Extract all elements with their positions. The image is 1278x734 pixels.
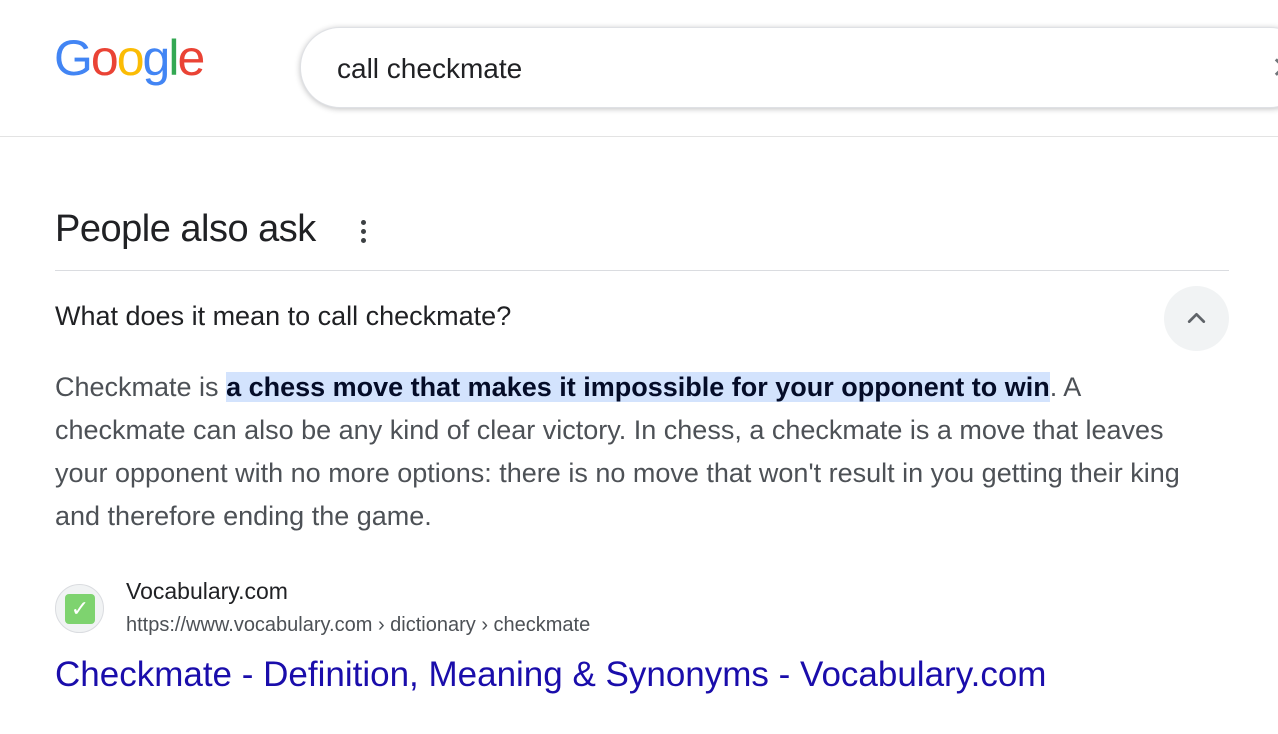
answer-highlight: a chess move that makes it impossible fo… (226, 372, 1050, 402)
people-also-ask-title: People also ask (55, 208, 316, 250)
search-box: ✕ (300, 27, 1278, 108)
google-logo[interactable]: Google (54, 30, 205, 86)
search-header: Google ✕ (0, 0, 1278, 137)
logo-letter: o (90, 30, 119, 86)
paa-question[interactable]: What does it mean to call checkmate? (55, 301, 511, 332)
answer-text-before: Checkmate is (55, 372, 227, 402)
site-favicon[interactable]: ✓ (55, 584, 104, 633)
logo-letter: g (142, 30, 171, 86)
result-title-link[interactable]: Checkmate - Definition, Meaning & Synony… (55, 655, 1046, 695)
logo-letter: l (168, 30, 179, 86)
site-url[interactable]: https://www.vocabulary.com › dictionary … (126, 614, 590, 637)
logo-letter: e (177, 30, 205, 86)
logo-letter: o (116, 30, 145, 86)
search-input[interactable] (337, 52, 1237, 86)
logo-letter: G (54, 30, 93, 86)
divider (55, 270, 1229, 271)
more-vert-icon[interactable] (352, 216, 374, 248)
paa-answer: Checkmate is a chess move that makes it … (55, 366, 1185, 538)
collapse-button[interactable] (1164, 286, 1229, 351)
site-name[interactable]: Vocabulary.com (126, 578, 288, 605)
chevron-up-icon (1187, 312, 1206, 323)
close-icon[interactable]: ✕ (1271, 54, 1278, 84)
checkmark-icon: ✓ (65, 594, 95, 624)
